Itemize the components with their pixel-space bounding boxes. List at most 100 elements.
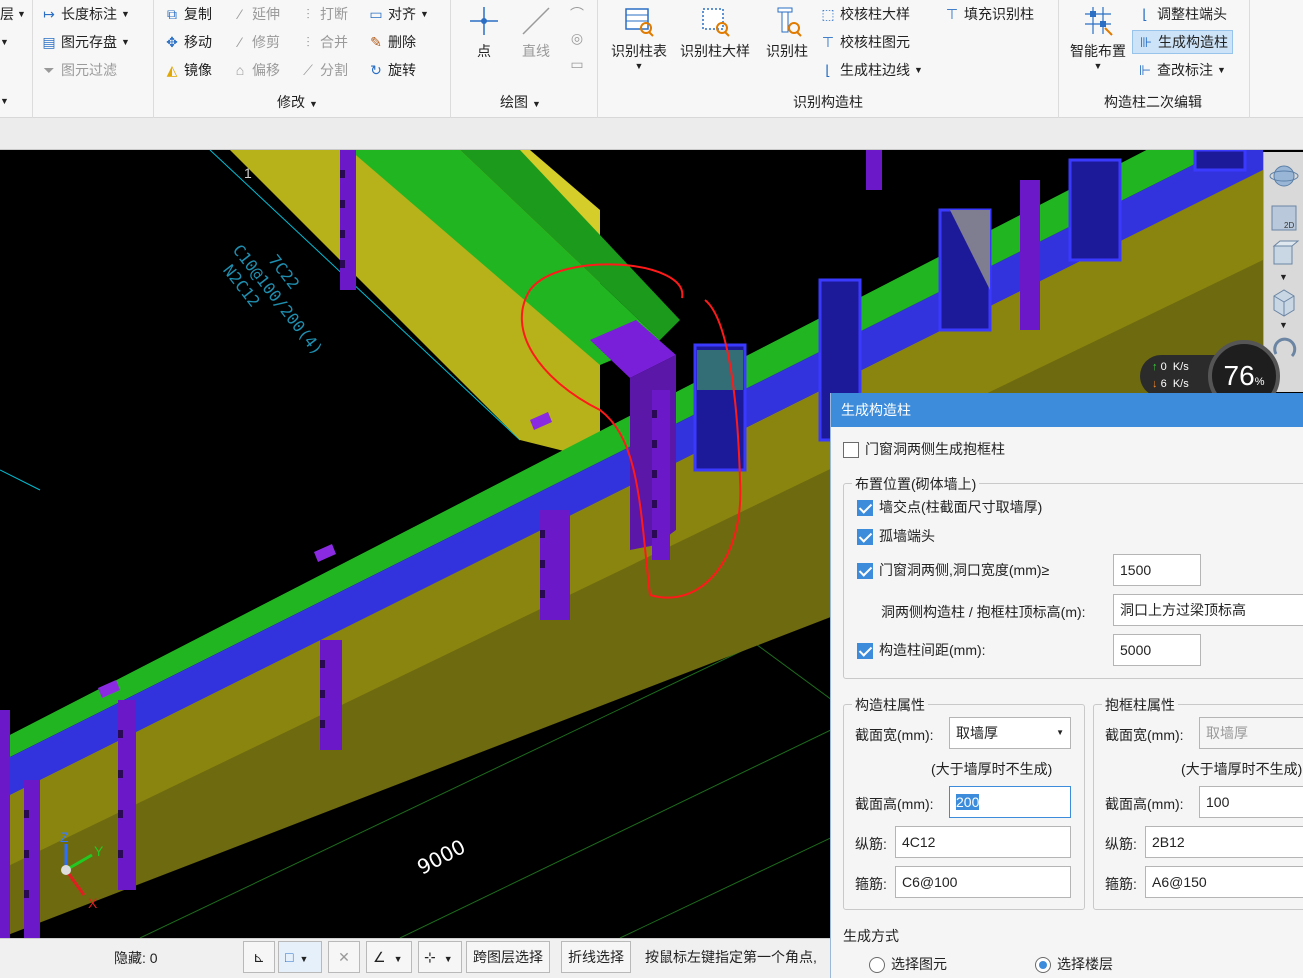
col-height-input[interactable]: 200 — [949, 786, 1071, 818]
select-mode-dropdown[interactable]: □ ▼ — [278, 941, 322, 973]
smart-layout-icon — [1085, 7, 1113, 36]
trim-button[interactable]: ⁄ 修剪 — [231, 30, 280, 54]
line-button[interactable]: 直线 — [514, 4, 558, 61]
ortho-toggle[interactable]: ⊾ — [243, 941, 275, 973]
option-select-element[interactable]: 选择图元 — [869, 954, 947, 974]
check-element-button[interactable]: ⊤ 校核柱图元 — [819, 30, 910, 54]
circle-icon[interactable]: ◎ — [564, 30, 590, 56]
tab-strip — [0, 118, 1303, 150]
cube-front-icon[interactable] — [1268, 238, 1300, 270]
frame-stirrup-input[interactable]: A6@150 — [1145, 866, 1303, 898]
trim-icon: ⁄ — [238, 34, 242, 50]
identify-col-table-button[interactable]: 识别柱表 ▼ — [607, 4, 671, 71]
upload-speed: 0 — [1160, 361, 1167, 373]
col-stirrup-input[interactable]: C6@100 — [895, 866, 1071, 898]
element-save-button[interactable]: ▤ 图元存盘 ▼ — [40, 30, 130, 54]
opening-sides-checkbox[interactable] — [857, 563, 873, 580]
merge-icon: ⫶ — [306, 34, 310, 50]
col-width-select[interactable]: 取墙厚 ▼ — [949, 717, 1071, 749]
spacing-checkbox[interactable] — [857, 643, 873, 660]
ribbon-group-partial: 层 ▼ ▼ ▼ — [0, 0, 33, 118]
nav-dropdown-2[interactable]: ▼ — [1279, 320, 1288, 330]
svg-text:2D: 2D — [1284, 221, 1294, 230]
adjust-end-button[interactable]: ⌊ 调整柱端头 — [1136, 2, 1227, 26]
extend-button[interactable]: ⁄ 延伸 — [231, 2, 280, 26]
isolated-end-checkbox[interactable] — [857, 529, 873, 546]
element-filter-button[interactable]: ⏷ 图元过滤 — [40, 58, 117, 82]
select-element-radio[interactable] — [869, 957, 885, 974]
line-icon — [522, 7, 550, 35]
length-dim-button[interactable]: ↦ 长度标注 ▼ — [40, 2, 130, 26]
mirror-button[interactable]: ◭ 镜像 — [163, 58, 212, 82]
gen-edge-button[interactable]: ⌊ 生成柱边线 ▼ — [819, 58, 923, 82]
rotate-button[interactable]: ↻ 旋转 — [367, 58, 416, 82]
split-button[interactable]: ⟋ 分割 — [299, 58, 348, 82]
polyline-select-button[interactable]: 折线选择 — [561, 941, 631, 973]
opening-width-input[interactable]: 1500 — [1113, 554, 1201, 586]
arc-icon[interactable]: ⌒ — [564, 4, 590, 30]
move-button[interactable]: ✥ 移动 — [163, 30, 212, 54]
wall-intersection-checkbox[interactable] — [857, 500, 873, 517]
copy-button[interactable]: ⧉ 复制 — [163, 2, 212, 26]
check-element-icon: ⊤ — [821, 34, 835, 50]
spacing-option[interactable]: 构造柱间距(mm): — [857, 640, 986, 660]
door-window-frame-checkbox[interactable] — [843, 442, 859, 459]
frame-stirrup-label: 箍筋: — [1105, 876, 1137, 892]
edge-icon: ⌊ — [825, 62, 831, 78]
adjust-end-icon: ⌊ — [1142, 6, 1148, 22]
angle-dropdown[interactable]: ∠ ▼ — [366, 941, 412, 973]
length-dim-icon: ↦ — [43, 6, 55, 22]
wall-intersection-option[interactable]: 墙交点(柱截面尺寸取墙厚) — [857, 497, 1042, 517]
col-long-bar-label: 纵筋: — [855, 836, 887, 852]
layer-menu[interactable]: 层 — [0, 4, 14, 24]
ribbon-group-general: ↦ 长度标注 ▼ ▤ 图元存盘 ▼ ⏷ 图元过滤 — [34, 0, 154, 118]
nav-dropdown-1[interactable]: ▼ — [1279, 272, 1288, 282]
split-icon: ⟋ — [303, 62, 313, 78]
select-floor-radio[interactable] — [1035, 957, 1051, 974]
break-button[interactable]: ⫶ 打断 — [299, 2, 348, 26]
identify-col-button[interactable]: 识别柱 — [759, 4, 815, 61]
check-detail-button[interactable]: ⬚ 校核柱大样 — [819, 2, 910, 26]
gen-column-button[interactable]: ⊪ 生成构造柱 — [1132, 30, 1233, 54]
view-2d-icon[interactable]: 2D — [1268, 202, 1300, 234]
check-detail-icon: ⬚ — [821, 6, 835, 22]
frame-height-input[interactable]: 100 — [1199, 786, 1303, 818]
identify-col-detail-button[interactable]: 识别柱大样 — [675, 4, 755, 61]
align-button[interactable]: ▭ 对齐 ▼ — [367, 2, 429, 26]
smart-layout-button[interactable]: 智能布置 ▼ — [1066, 4, 1130, 71]
ribbon-group-edit2: 智能布置 ▼ ⌊ 调整柱端头 ⊪ 生成构造柱 ⊩ 查改标注 ▼ 构造柱二次编辑 — [1060, 0, 1250, 118]
frame-long-bar-input[interactable]: 2B12 — [1145, 826, 1303, 858]
select-rect-icon: □ — [285, 949, 294, 965]
door-window-frame-option[interactable]: 门窗洞两侧生成抱框柱 — [843, 439, 1005, 459]
offset-button[interactable]: ⌂ 偏移 — [231, 58, 280, 82]
rotate-icon: ↻ — [370, 62, 382, 78]
angle-icon: ∠ — [373, 949, 386, 965]
cross-layer-select-button[interactable]: 跨图层选择 — [466, 941, 550, 973]
col-long-bar-input[interactable]: 4C12 — [895, 826, 1071, 858]
cross-select-toggle[interactable]: ✕ — [328, 941, 360, 973]
frame-props-title: 抱框柱属性 — [1102, 695, 1178, 715]
opening-sides-option[interactable]: 门窗洞两侧,洞口宽度(mm)≥ — [857, 560, 1049, 580]
spacing-input[interactable]: 5000 — [1113, 634, 1201, 666]
frame-width-select[interactable]: 取墙厚 — [1199, 717, 1303, 749]
draw-group-title[interactable]: 绘图 ▼ — [500, 92, 541, 112]
point-button[interactable]: 点 — [464, 4, 504, 61]
cube-iso-icon[interactable] — [1268, 286, 1300, 318]
orbit-icon[interactable] — [1268, 160, 1300, 192]
isolated-end-option[interactable]: 孤墙端头 — [857, 526, 935, 546]
fill-identify-button[interactable]: ⊤ 填充识别柱 — [943, 2, 1034, 26]
filter-icon: ⏷ — [43, 62, 55, 78]
gen-mode-label: 生成方式 — [843, 928, 899, 944]
rectangle-icon[interactable]: ▭ — [564, 56, 590, 82]
delete-button[interactable]: ✎ 删除 — [367, 30, 416, 54]
snap-dropdown[interactable]: ⊹ ▼ — [418, 941, 462, 973]
check-label-button[interactable]: ⊩ 查改标注 ▼ — [1136, 58, 1226, 82]
option-select-floor[interactable]: 选择楼层 — [1035, 954, 1113, 974]
merge-button[interactable]: ⫶ 合并 — [299, 30, 348, 54]
frame-height-label: 截面高(mm): — [1105, 796, 1184, 812]
top-elev-input[interactable]: 洞口上方过梁顶标高 — [1113, 594, 1303, 626]
modify-group-title[interactable]: 修改 ▼ — [277, 92, 318, 112]
gauge-percent: 76 — [1223, 360, 1255, 391]
ribbon-group-identify: 识别柱表 ▼ 识别柱大样 识别柱 ⬚ 校核柱大样 ⊤ 校核柱图元 ⌊ 生成柱边线 ▼ ⊤… — [599, 0, 1059, 118]
dialog-title: 生成构造柱 — [831, 393, 1303, 427]
